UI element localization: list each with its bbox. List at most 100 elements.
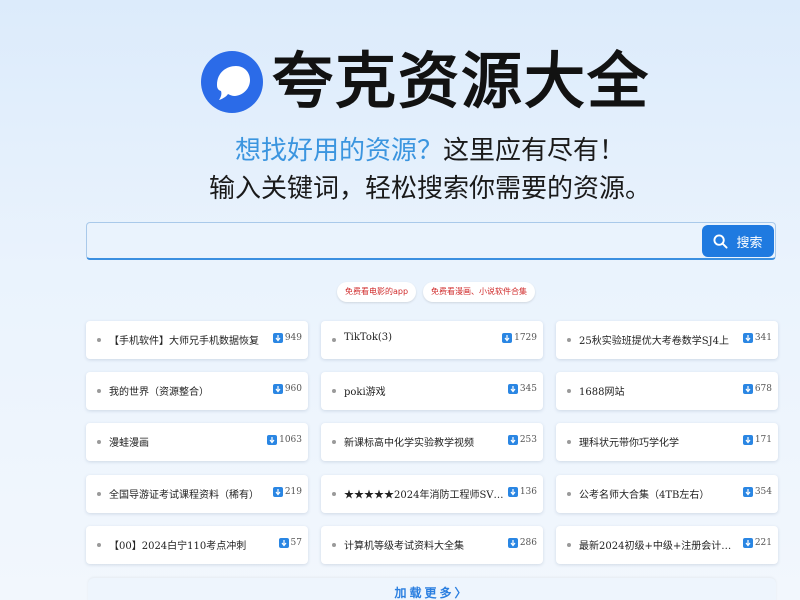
download-count-value: 949: [284, 333, 302, 343]
download-count: 253: [507, 435, 537, 445]
download-count-value: 219: [284, 487, 302, 497]
download-count: 1729: [502, 333, 537, 343]
resource-title[interactable]: 全国导游证考试课程资料（稀有）: [109, 486, 269, 501]
download-icon: [742, 538, 753, 548]
download-count: 960: [272, 384, 302, 394]
tagline-rest: 这里应有尽有！: [443, 136, 626, 166]
download-icon: [507, 487, 518, 497]
download-icon: [742, 384, 753, 394]
resource-card[interactable]: 计算机等级考试资料大全集 286: [321, 526, 543, 564]
download-icon: [267, 435, 278, 445]
bullet-dot: [567, 492, 571, 496]
resource-title[interactable]: 25秋实验班提优大考卷数学SJ4上: [579, 332, 739, 347]
download-count: 354: [742, 487, 772, 497]
resource-card[interactable]: 漫蛙漫画 1063: [86, 423, 308, 461]
resource-card[interactable]: 【手机软件】大师兄手机数据恢复 949: [86, 321, 308, 359]
bullet-dot: [567, 440, 571, 444]
resource-card[interactable]: 理科状元带你巧学化学 171: [556, 423, 778, 461]
resource-card[interactable]: 公考名师大合集（4TB左右） 354: [556, 475, 778, 513]
resource-card[interactable]: 25秋实验班提优大考卷数学SJ4上 341: [556, 321, 778, 359]
download-icon: [272, 333, 283, 343]
download-count: 345: [507, 384, 537, 394]
resource-card[interactable]: poki游戏 345: [321, 372, 543, 410]
download-count: 136: [507, 487, 537, 497]
download-count-value: 171: [754, 435, 772, 445]
resource-card[interactable]: 新课标高中化学实验教学视频 253: [321, 423, 543, 461]
load-more-button[interactable]: 加载更多〉: [88, 578, 776, 600]
bullet-dot: [332, 492, 336, 496]
download-count-value: 678: [754, 384, 772, 394]
download-count-value: 1729: [514, 333, 537, 343]
download-count: 949: [272, 333, 302, 343]
download-count: 678: [742, 384, 772, 394]
download-count: 221: [742, 538, 772, 548]
download-icon: [742, 333, 753, 343]
resource-card[interactable]: 1688网站 678: [556, 372, 778, 410]
resource-title[interactable]: 计算机等级考试资料大全集: [344, 537, 504, 552]
resource-card[interactable]: 全国导游证考试课程资料（稀有） 219: [86, 475, 308, 513]
download-icon: [278, 538, 289, 548]
tagline-accent: 想找好用的资源？: [234, 136, 443, 166]
quick-links: 免费看电影的app 免费看漫画、小说软件合集: [0, 282, 800, 304]
download-count-value: 960: [284, 384, 302, 394]
resource-card[interactable]: 最新2024初级+中级+注册会计资料 221: [556, 526, 778, 564]
download-icon: [507, 538, 518, 548]
bullet-dot: [567, 338, 571, 342]
download-count-value: 286: [519, 538, 537, 548]
download-count: 1063: [267, 435, 302, 445]
bullet-dot: [97, 338, 101, 342]
search-icon: [713, 233, 729, 249]
download-count-value: 253: [519, 435, 537, 445]
download-count-value: 221: [754, 538, 772, 548]
download-icon: [272, 384, 283, 394]
resource-title[interactable]: 漫蛙漫画: [109, 434, 269, 449]
quick-link-comic-novel[interactable]: 免费看漫画、小说软件合集: [423, 282, 535, 302]
download-count: 171: [742, 435, 772, 445]
download-count-value: 1063: [279, 435, 302, 445]
resource-title[interactable]: 【00】2024白宁110考点冲刺: [109, 537, 269, 552]
bullet-dot: [332, 389, 336, 393]
bullet-dot: [332, 543, 336, 547]
download-count: 341: [742, 333, 772, 343]
quick-link-movie-app[interactable]: 免费看电影的app: [337, 282, 417, 302]
tagline-line-2: 输入关键词，轻松搜索你需要的资源。: [208, 174, 651, 204]
bullet-dot: [567, 543, 571, 547]
search-button-label: 搜索: [736, 235, 763, 251]
resource-title[interactable]: poki游戏: [344, 383, 504, 398]
download-count: 286: [507, 538, 537, 548]
bullet-dot: [567, 389, 571, 393]
download-icon: [742, 487, 753, 497]
download-count-value: 57: [290, 538, 302, 548]
search-button[interactable]: 搜索: [702, 225, 774, 257]
resource-card[interactable]: 我的世界（资源整合） 960: [86, 372, 308, 410]
resource-title[interactable]: 我的世界（资源整合）: [109, 383, 269, 398]
site-title: 夸克资源大全: [272, 46, 651, 117]
bullet-dot: [97, 543, 101, 547]
download-count-value: 136: [519, 487, 537, 497]
search-input[interactable]: [87, 223, 697, 259]
download-count-value: 345: [519, 384, 537, 394]
download-icon: [507, 435, 518, 445]
download-icon: [507, 384, 518, 394]
resource-card[interactable]: 【00】2024白宁110考点冲刺 57: [86, 526, 308, 564]
bullet-dot: [97, 492, 101, 496]
resource-title[interactable]: 新课标高中化学实验教学视频: [344, 434, 504, 449]
quark-logo-icon: [200, 50, 264, 114]
resource-title[interactable]: TikTok(3): [344, 332, 504, 343]
resource-title[interactable]: 1688网站: [579, 383, 739, 398]
resource-card[interactable]: TikTok(3) 1729: [321, 321, 543, 359]
resource-title[interactable]: 公考名师大合集（4TB左右）: [579, 486, 739, 501]
download-icon: [742, 435, 753, 445]
download-count: 219: [272, 487, 302, 497]
search-bar: 搜索: [86, 222, 776, 260]
resource-title[interactable]: ★★★★★2024年消防工程师SVIP: [344, 486, 504, 501]
resource-card[interactable]: ★★★★★2024年消防工程师SVIP 136: [321, 475, 543, 513]
bullet-dot: [97, 440, 101, 444]
resource-title[interactable]: 最新2024初级+中级+注册会计资料: [579, 537, 739, 552]
site-header: 夸克资源大全: [200, 42, 650, 122]
download-count-value: 354: [754, 487, 772, 497]
resource-title[interactable]: 【手机软件】大师兄手机数据恢复: [109, 332, 269, 347]
download-count: 57: [278, 538, 302, 548]
download-icon: [272, 487, 283, 497]
resource-title[interactable]: 理科状元带你巧学化学: [579, 434, 739, 449]
